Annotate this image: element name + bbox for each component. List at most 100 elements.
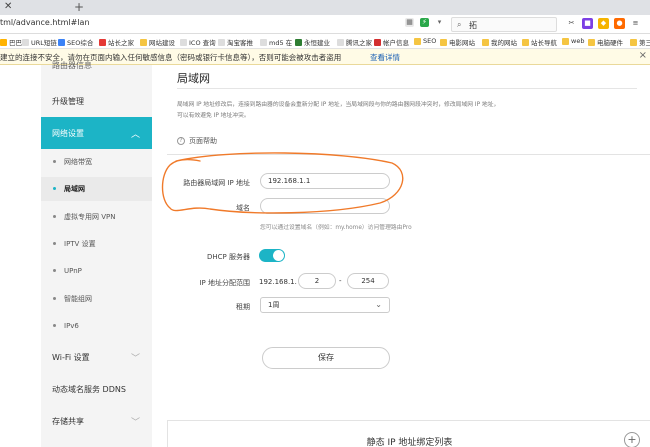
domain-input[interactable]	[260, 198, 390, 214]
sidebar-sub-lan[interactable]: 局域网	[41, 177, 152, 201]
search-input[interactable]: 拓	[469, 20, 477, 31]
bookmark-item[interactable]: SEO	[414, 37, 436, 45]
ip-range-end-input[interactable]: 254	[347, 273, 389, 289]
extension-purple-icon[interactable]: ■	[582, 18, 593, 29]
sidebar-item-label: 升级管理	[52, 96, 84, 106]
sidebar-item-ddns[interactable]: 动态域名服务 DDNS	[41, 373, 152, 405]
bookmark-item[interactable]: 站长导航	[522, 37, 557, 47]
folder-icon	[482, 38, 489, 46]
bookmark-label: 永恒建业	[304, 39, 330, 47]
bookmark-label: ICO 查询	[189, 39, 216, 47]
ip-range-label: IP 地址分配范围	[199, 279, 250, 287]
folder-icon	[414, 37, 421, 45]
scissors-icon[interactable]: ✂	[566, 18, 577, 29]
sidebar-sub-label: 智能组网	[64, 295, 92, 303]
sidebar-sub-label: 局域网	[64, 185, 85, 193]
lease-label: 租期	[236, 303, 250, 311]
search-box[interactable]: ⌕ 拓	[451, 17, 557, 32]
shield-icon[interactable]: ◆	[598, 18, 609, 29]
bullet-icon	[53, 215, 56, 218]
chevron-down-icon[interactable]: ▾	[435, 18, 444, 27]
page-help-link[interactable]: ? 页面帮助	[177, 136, 217, 146]
sidebar-item-label: 网络设置	[52, 128, 84, 138]
sidebar-item-network[interactable]: 网络设置 ︿	[41, 117, 152, 149]
folder-icon	[588, 38, 595, 46]
ip-range-start-input[interactable]: 2	[298, 273, 336, 289]
sidebar-sub-vpn[interactable]: 虚拟专用网 VPN	[41, 205, 152, 229]
game-icon[interactable]: ●	[614, 18, 625, 29]
bookmark-icon	[0, 38, 7, 46]
bookmark-label: SEO综合	[67, 39, 94, 47]
bookmark-label: 腾讯之家	[346, 39, 372, 47]
bookmark-item[interactable]: URL短链	[22, 37, 57, 47]
view-details-link[interactable]: 查看详情	[370, 52, 400, 63]
close-tab-icon[interactable]: ✕	[4, 1, 12, 13]
sidebar-sub-ipv6[interactable]: IPv6	[41, 314, 152, 338]
bookmark-item[interactable]: 我的网站	[482, 37, 517, 47]
bookmark-icon	[337, 38, 344, 46]
bookmark-item[interactable]: 网站建设	[140, 37, 175, 47]
divider	[177, 88, 637, 89]
static-ip-title: 静态 IP 地址绑定列表	[366, 438, 453, 447]
sidebar-sub-upnp[interactable]: UPnP	[41, 259, 152, 283]
bookmark-item[interactable]: SEO综合	[58, 37, 93, 47]
lease-selected-value: 1周	[268, 301, 280, 309]
close-icon[interactable]: ×	[639, 50, 647, 61]
tree-icon	[295, 38, 302, 46]
bookmark-label: SEO	[423, 37, 437, 45]
sidebar-sub-bandwidth[interactable]: 网络带宽	[41, 150, 152, 174]
tab-strip: ✕ +	[0, 0, 650, 15]
sidebar-item-label: 路由器信息	[52, 60, 92, 70]
bookmark-item[interactable]: web	[562, 37, 584, 45]
router-admin-page: 路由器信息 升级管理 网络设置 ︿ 网络带宽 局域网 虚拟专用网 VPN IPTV…	[0, 61, 650, 447]
bookmark-item[interactable]: 腾讯之家	[337, 37, 372, 47]
page-title: 局域网	[177, 72, 210, 85]
bookmark-label: 第三	[639, 39, 650, 47]
bookmark-label: web	[571, 37, 585, 45]
chevron-down-icon: ﹀	[130, 417, 140, 428]
bookmark-item[interactable]: 帐户信息	[374, 37, 409, 47]
grid-icon[interactable]: ▦	[405, 18, 414, 27]
bookmark-item[interactable]: 永恒建业	[295, 37, 330, 47]
add-static-ip-button[interactable]: +	[624, 432, 640, 447]
bookmark-item[interactable]: 站长之家	[99, 37, 134, 47]
bookmark-item[interactable]: md5 在	[260, 37, 292, 47]
url-text[interactable]: tml/advance.html#lan	[0, 18, 90, 27]
lease-select[interactable]: 1周 ⌄	[260, 297, 390, 313]
sidebar: 路由器信息 升级管理 网络设置 ︿ 网络带宽 局域网 虚拟专用网 VPN IPTV…	[41, 61, 152, 447]
chevron-up-icon: ︿	[130, 129, 140, 140]
dhcp-toggle[interactable]	[259, 249, 285, 262]
help-label: 页面帮助	[189, 137, 217, 145]
bookmark-icon	[374, 38, 381, 46]
extension-icons: ✂ ■ ◆ ● ≡	[566, 18, 641, 29]
domain-label: 域名	[236, 204, 250, 212]
ip-address-input[interactable]: 192.168.1.1	[260, 173, 390, 189]
chevron-down-icon: ﹀	[130, 353, 140, 364]
bookmark-item[interactable]: 第三	[630, 37, 650, 47]
bookmark-label: 巴巴	[9, 39, 22, 47]
static-ip-panel: 静态 IP 地址绑定列表 +	[167, 420, 650, 447]
sidebar-sub-iptv[interactable]: IPTV 设置	[41, 232, 152, 256]
new-tab-button[interactable]: +	[74, 0, 84, 14]
bookmark-item[interactable]: 电影网站	[440, 37, 475, 47]
menu-icon[interactable]: ≡	[630, 18, 641, 29]
save-button[interactable]: 保存	[262, 347, 390, 369]
sidebar-sub-mesh[interactable]: 智能组网	[41, 287, 152, 311]
bookmark-item[interactable]: 巴巴	[0, 37, 22, 47]
bookmark-item[interactable]: ICO 查询	[180, 37, 216, 47]
bookmark-label: 帐户信息	[383, 39, 409, 47]
sidebar-item-upgrade[interactable]: 升级管理	[41, 85, 152, 117]
lightning-icon[interactable]: ⚡	[420, 18, 429, 27]
sidebar-item-router-info[interactable]: 路由器信息	[41, 57, 152, 73]
sidebar-item-storage[interactable]: 存储共享 ﹀	[41, 405, 152, 437]
bookmark-item[interactable]: 淘宝客推	[218, 37, 253, 47]
page-description: 局域网 IP 地址修改后，连接到路由器的设备会重新分配 IP 地址，当局域网段与…	[177, 100, 507, 122]
bookmarks-bar: 巴巴 URL短链 SEO综合 站长之家 网站建设 ICO 查询 淘宝客推 md5…	[0, 34, 650, 49]
sidebar-sub-label: IPTV 设置	[64, 240, 96, 248]
bookmark-label: 站长之家	[108, 39, 134, 47]
bookmark-item[interactable]: 电脑硬件	[588, 37, 623, 47]
bookmark-label: URL短链	[31, 39, 57, 47]
bullet-icon	[53, 242, 56, 245]
sidebar-sub-label: IPv6	[64, 322, 79, 330]
sidebar-item-wifi[interactable]: Wi-Fi 设置 ﹀	[41, 341, 152, 373]
